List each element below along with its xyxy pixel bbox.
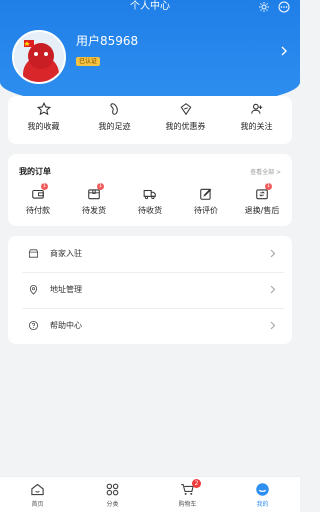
chevron-right-icon	[270, 249, 276, 258]
tab-label: 购物车	[178, 501, 197, 508]
chevron-right-icon	[270, 321, 276, 330]
follow-icon	[250, 103, 262, 114]
cart-count-badge: 2	[192, 479, 201, 488]
orders-card: 我的订单 查看全部 > 1 待付款 1 待发货 待收货 待评价 1 退换/售后	[8, 154, 292, 226]
page-title: 个人中心	[130, 1, 170, 12]
view-all-orders-link[interactable]: 查看全部 >	[250, 167, 281, 176]
quick-link-footprints[interactable]: 我的足迹	[79, 96, 150, 144]
avatar[interactable]	[12, 30, 66, 84]
level-badge: 已认证	[76, 57, 101, 66]
order-status-pending-shipment[interactable]: 1 待发货	[66, 183, 122, 223]
quick-link-label: 我的足迹	[98, 122, 131, 131]
location-icon	[29, 285, 38, 295]
orders-title: 我的订单	[19, 167, 51, 176]
tab-label: 分类	[106, 501, 119, 508]
more-icon[interactable]	[278, 1, 290, 13]
chevron-right-icon[interactable]	[280, 46, 288, 56]
order-status-after-sales[interactable]: 1 退换/售后	[234, 183, 290, 223]
quick-link-following[interactable]: 我的关注	[221, 96, 292, 144]
footprint-icon	[109, 103, 118, 115]
quick-link-favorites[interactable]: 我的收藏	[8, 96, 79, 144]
category-icon	[106, 483, 119, 496]
chevron-right-icon	[270, 285, 276, 294]
menu-item-merchant-join[interactable]: 商家入驻	[8, 236, 292, 272]
menu-list-card: 商家入驻 地址管理 帮助中心	[8, 236, 292, 344]
store-icon	[28, 249, 39, 258]
menu-label: 地址管理	[50, 285, 82, 294]
order-label: 退换/售后	[244, 206, 280, 215]
profile-icon	[256, 483, 269, 496]
tab-label: 首页	[31, 501, 44, 508]
quick-link-label: 我的关注	[240, 122, 273, 131]
tab-category[interactable]: 分类	[75, 477, 150, 512]
order-status-pending-receipt[interactable]: 待收货	[122, 187, 178, 223]
bottom-tab-bar: 首页 分类 2 购物车 我的	[0, 476, 300, 512]
menu-label: 帮助中心	[50, 321, 82, 330]
quick-links-card: 我的收藏 我的足迹 我的优惠券 我的关注	[8, 96, 292, 144]
menu-label: 商家入驻	[50, 249, 82, 258]
quick-link-label: 我的收藏	[27, 122, 60, 131]
menu-item-address[interactable]: 地址管理	[8, 272, 292, 308]
quick-link-label: 我的优惠券	[165, 122, 206, 131]
home-icon	[31, 483, 44, 496]
quick-link-coupons[interactable]: 我的优惠券	[150, 96, 221, 144]
review-icon	[200, 188, 212, 200]
order-badge: 1	[265, 183, 272, 190]
order-label: 待收货	[138, 206, 162, 215]
order-status-pending-review[interactable]: 待评价	[178, 187, 234, 223]
order-label: 待评价	[194, 206, 218, 215]
order-label: 待发货	[82, 206, 106, 215]
menu-item-help[interactable]: 帮助中心	[8, 308, 292, 344]
tab-cart[interactable]: 2 购物车	[150, 477, 225, 512]
order-badge: 1	[41, 183, 48, 190]
coupon-icon	[180, 103, 191, 116]
order-status-pending-payment[interactable]: 1 待付款	[10, 183, 66, 223]
tab-home[interactable]: 首页	[0, 477, 75, 512]
order-label: 待付款	[26, 206, 50, 215]
gear-icon[interactable]	[258, 1, 270, 13]
tab-profile[interactable]: 我的	[225, 477, 300, 512]
order-badge: 1	[97, 183, 104, 190]
star-icon	[36, 102, 51, 116]
tab-label: 我的	[256, 501, 269, 508]
help-icon	[28, 320, 39, 331]
username: 用户85968	[76, 34, 139, 48]
truck-icon	[143, 189, 156, 200]
